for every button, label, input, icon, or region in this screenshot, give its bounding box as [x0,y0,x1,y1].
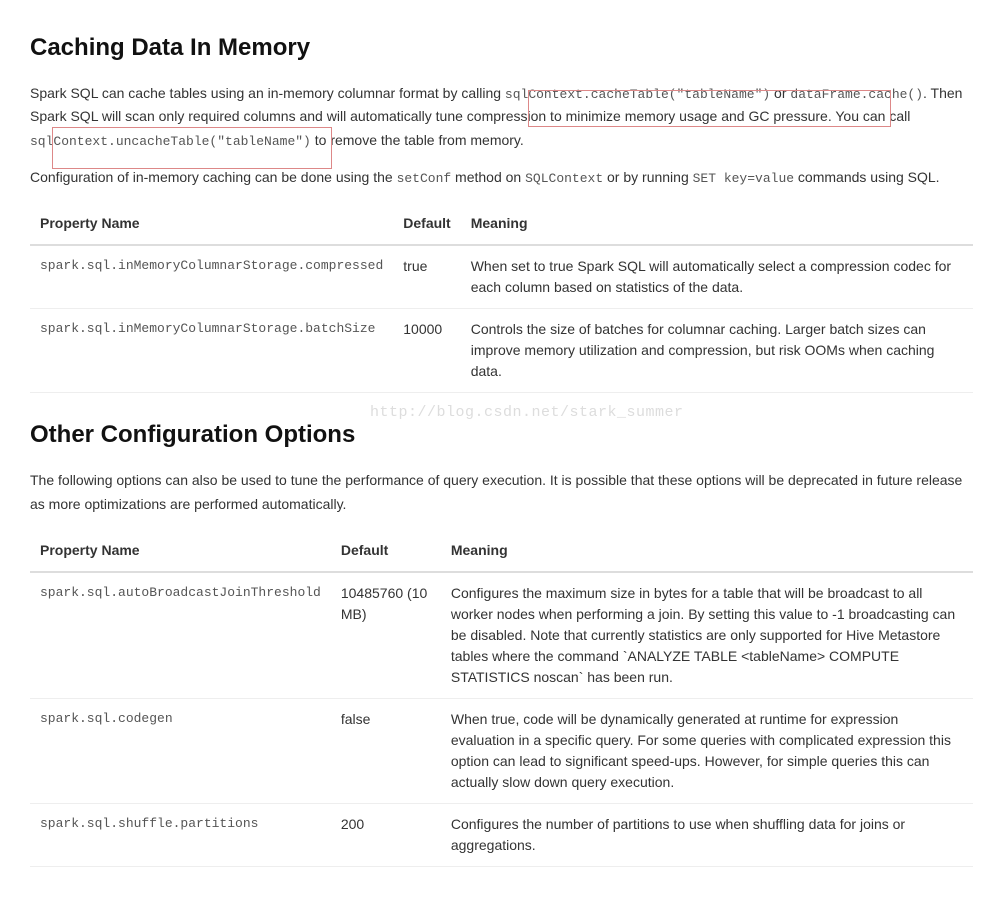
code-sqlcontext: SQLContext [525,171,603,186]
code-setconf: setConf [397,171,452,186]
cell-default: true [393,245,460,309]
col-property-name: Property Name [30,203,393,245]
table-row: spark.sql.autoBroadcastJoinThreshold 104… [30,572,973,699]
col-default: Default [393,203,460,245]
text: method on [451,169,525,185]
table-row: spark.sql.inMemoryColumnarStorage.batchS… [30,309,973,393]
cell-property-name: spark.sql.shuffle.partitions [30,803,331,866]
code-set-key-value: SET key=value [693,171,794,186]
text: Spark SQL can cache tables using an in-m… [30,85,505,101]
text: Configuration of in-memory caching can b… [30,169,397,185]
cell-property-name: spark.sql.codegen [30,698,331,803]
table-row: spark.sql.shuffle.partitions 200 Configu… [30,803,973,866]
text: commands using SQL. [794,169,940,185]
cell-meaning: When true, code will be dynamically gene… [441,698,973,803]
table-header-row: Property Name Default Meaning [30,530,973,572]
other-config-paragraph: The following options can also be used t… [30,469,973,515]
cell-meaning: Configures the number of partitions to u… [441,803,973,866]
caching-paragraph-1: Spark SQL can cache tables using an in-m… [30,82,973,152]
table-header-row: Property Name Default Meaning [30,203,973,245]
cell-default: 10000 [393,309,460,393]
code-uncachetable: sqlContext.uncacheTable("tableName") [30,134,311,149]
text: or by running [603,169,693,185]
col-property-name: Property Name [30,530,331,572]
cell-meaning: Configures the maximum size in bytes for… [441,572,973,699]
col-meaning: Meaning [461,203,973,245]
cell-property-name: spark.sql.autoBroadcastJoinThreshold [30,572,331,699]
text: to remove the table from memory. [311,132,524,148]
cell-default: 200 [331,803,441,866]
cell-property-name: spark.sql.inMemoryColumnarStorage.compre… [30,245,393,309]
heading-other-config: Other Configuration Options [30,417,973,453]
col-meaning: Meaning [441,530,973,572]
code-cachetable: sqlContext.cacheTable("tableName") [505,87,770,102]
cell-property-name: spark.sql.inMemoryColumnarStorage.batchS… [30,309,393,393]
col-default: Default [331,530,441,572]
text: or [770,85,790,101]
table-row: spark.sql.inMemoryColumnarStorage.compre… [30,245,973,309]
other-config-table: Property Name Default Meaning spark.sql.… [30,530,973,867]
caching-paragraph-2: Configuration of in-memory caching can b… [30,166,973,189]
table-row: spark.sql.codegen false When true, code … [30,698,973,803]
cell-meaning: Controls the size of batches for columna… [461,309,973,393]
cell-default: 10485760 (10 MB) [331,572,441,699]
heading-caching: Caching Data In Memory [30,30,973,66]
page-content: Caching Data In Memory Spark SQL can cac… [30,30,973,867]
code-dataframe-cache: dataFrame.cache() [790,87,923,102]
cell-meaning: When set to true Spark SQL will automati… [461,245,973,309]
caching-properties-table: Property Name Default Meaning spark.sql.… [30,203,973,393]
cell-default: false [331,698,441,803]
